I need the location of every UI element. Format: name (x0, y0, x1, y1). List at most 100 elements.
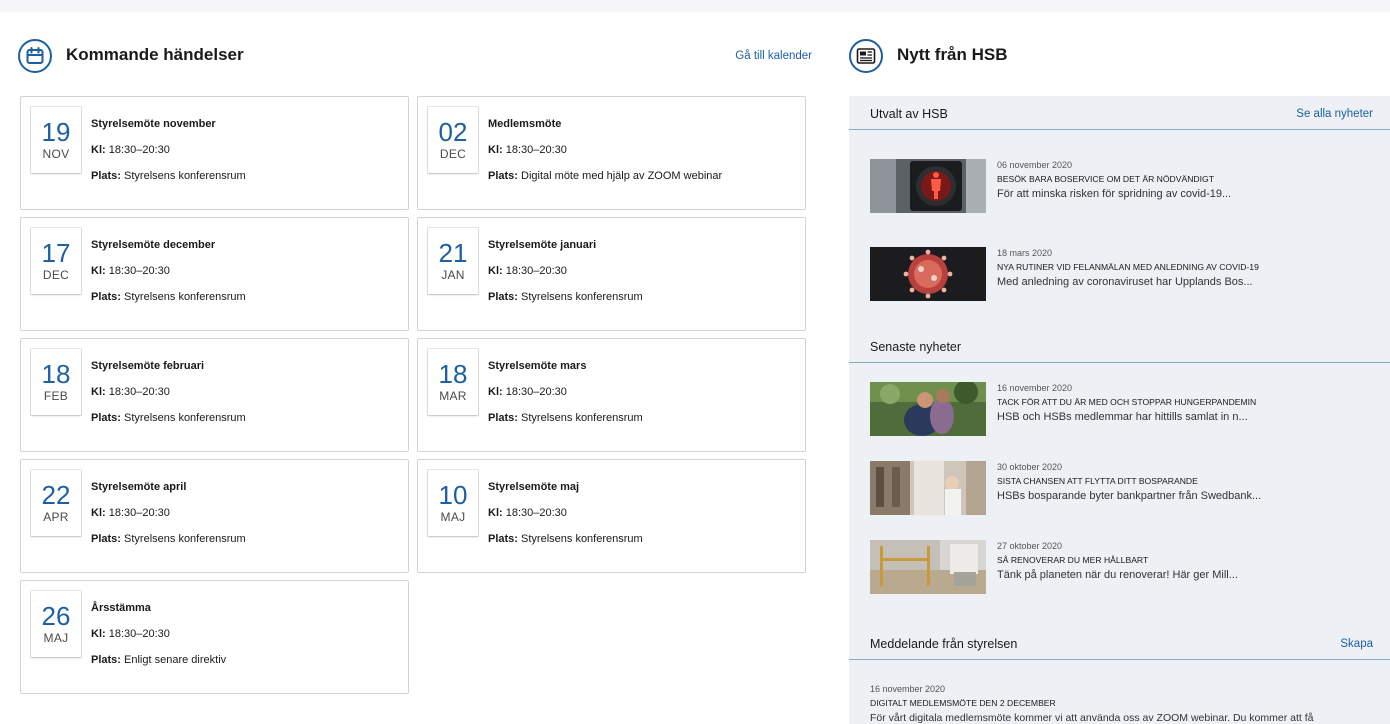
event-time: Kl: 18:30–20:30 (488, 507, 567, 519)
board-message-header: Meddelande från styrelsen Skapa (849, 626, 1390, 660)
event-place-value: Styrelsens konferensrum (521, 412, 643, 424)
event-time: Kl: 18:30–20:30 (488, 386, 567, 398)
event-time-label: Kl: (91, 144, 106, 156)
event-title: Styrelsemöte december (91, 239, 216, 251)
event-day: 19 (41, 117, 71, 147)
event-date-box: 22 APR (31, 470, 81, 536)
news-excerpt: Tänk på planeten när du renoverar! Här g… (997, 569, 1238, 581)
see-all-news-link[interactable]: Se alla nyheter (1296, 108, 1373, 120)
event-place-value: Styrelsens konferensrum (124, 412, 246, 424)
upcoming-events-section: Kommande händelser Gå till kalender 19 N… (18, 12, 814, 724)
event-title: Styrelsemöte april (91, 481, 187, 493)
news-thumbnail (870, 247, 986, 301)
event-title: Styrelsemöte maj (488, 481, 580, 493)
news-excerpt: HSBs bosparande byter bankpartner från S… (997, 490, 1262, 502)
event-card[interactable]: 22 APR Styrelsemöte april Kl: 18:30–20:3… (20, 459, 409, 573)
event-time: Kl: 18:30–20:30 (91, 507, 170, 519)
news-date: 27 oktober 2020 (997, 541, 1063, 551)
event-time-value: 18:30–20:30 (505, 507, 567, 519)
event-card[interactable]: 18 FEB Styrelsemöte februari Kl: 18:30–2… (20, 338, 409, 452)
event-place: Plats: Styrelsens konferensrum (91, 533, 246, 545)
news-item[interactable]: 27 oktober 2020 SÅ RENOVERAR DU MER HÅLL… (870, 540, 1370, 596)
event-place-value: Styrelsens konferensrum (521, 533, 643, 545)
news-header: Nytt från HSB (849, 39, 1390, 73)
event-place: Plats: Styrelsens konferensrum (488, 533, 643, 545)
event-card[interactable]: 10 MAJ Styrelsemöte maj Kl: 18:30–20:30 … (417, 459, 806, 573)
news-panel: Utvalt av HSB Se alla nyheter 06 novembe… (849, 96, 1390, 724)
event-time-label: Kl: (488, 507, 503, 519)
event-day: 17 (41, 238, 71, 268)
news-item[interactable]: 30 oktober 2020 SISTA CHANSEN ATT FLYTTA… (870, 461, 1370, 517)
event-place: Plats: Enligt senare direktiv (91, 654, 226, 666)
message-date: 16 november 2020 (870, 684, 946, 694)
news-date: 06 november 2020 (997, 160, 1073, 170)
event-card[interactable]: 19 NOV Styrelsemöte november Kl: 18:30–2… (20, 96, 409, 210)
event-place-label: Plats: (91, 654, 121, 666)
event-place-label: Plats: (488, 412, 518, 424)
event-day: 02 (438, 117, 468, 147)
latest-news-heading: Senaste nyheter (870, 340, 962, 354)
event-place: Plats: Styrelsens konferensrum (488, 412, 643, 424)
event-card[interactable]: 02 DEC Medlemsmöte Kl: 18:30–20:30 Plats… (417, 96, 806, 210)
selected-news-heading: Utvalt av HSB (870, 107, 948, 121)
event-time-value: 18:30–20:30 (108, 507, 170, 519)
event-card[interactable]: 26 MAJ Årsstämma Kl: 18:30–20:30 Plats: … (20, 580, 409, 694)
event-title: Årsstämma (91, 602, 151, 614)
news-excerpt: HSB och HSBs medlemmar har hittills saml… (997, 411, 1248, 423)
event-day: 26 (41, 601, 71, 631)
event-day: 21 (438, 238, 468, 268)
event-place-value: Styrelsens konferensrum (124, 533, 246, 545)
event-date-box: 18 FEB (31, 349, 81, 415)
event-date-box: 17 DEC (31, 228, 81, 294)
upcoming-events-title: Kommande händelser (66, 45, 244, 64)
event-place: Plats: Styrelsens konferensrum (488, 291, 643, 303)
calendar-icon (18, 39, 52, 73)
news-thumbnail (870, 159, 986, 213)
event-place-label: Plats: (91, 291, 121, 303)
event-title: Medlemsmöte (488, 118, 562, 130)
event-time-value: 18:30–20:30 (505, 265, 567, 277)
event-time: Kl: 18:30–20:30 (488, 144, 567, 156)
news-date: 30 oktober 2020 (997, 462, 1063, 472)
news-excerpt: Med anledning av coronaviruset har Uppla… (997, 276, 1253, 288)
event-date-box: 26 MAJ (31, 591, 81, 657)
event-card[interactable]: 17 DEC Styrelsemöte december Kl: 18:30–2… (20, 217, 409, 331)
event-month: MAJ (43, 631, 69, 645)
event-time-label: Kl: (488, 265, 503, 277)
news-date: 18 mars 2020 (997, 248, 1053, 258)
go-to-calendar-link[interactable]: Gå till kalender (735, 50, 812, 62)
news-date: 16 november 2020 (997, 383, 1073, 393)
event-time-value: 18:30–20:30 (108, 144, 170, 156)
event-card[interactable]: 18 MAR Styrelsemöte mars Kl: 18:30–20:30… (417, 338, 806, 452)
event-time-label: Kl: (488, 144, 503, 156)
event-date-box: 19 NOV (31, 107, 81, 173)
news-item[interactable]: 06 november 2020 BESÖK BARA BOSERVICE OM… (870, 159, 1370, 215)
event-month: MAJ (440, 510, 466, 524)
event-day: 18 (41, 359, 71, 389)
news-item[interactable]: 16 november 2020 TACK FÖR ATT DU ÄR MED … (870, 382, 1370, 438)
event-time-label: Kl: (91, 507, 106, 519)
event-title: Styrelsemöte november (91, 118, 216, 130)
event-place-value: Enligt senare direktiv (124, 654, 227, 666)
event-month: DEC (42, 268, 70, 282)
event-month: JAN (441, 268, 465, 282)
event-place: Plats: Styrelsens konferensrum (91, 291, 246, 303)
board-message-heading: Meddelande från styrelsen (870, 637, 1018, 651)
create-message-link[interactable]: Skapa (1340, 638, 1373, 650)
news-title: SÅ RENOVERAR DU MER HÅLLBART (997, 555, 1149, 565)
news-item[interactable]: 18 mars 2020 NYA RUTINER VID FELANMÄLAN … (870, 247, 1370, 303)
event-title: Styrelsemöte februari (91, 360, 205, 372)
event-time: Kl: 18:30–20:30 (91, 386, 170, 398)
event-day: 22 (41, 480, 71, 510)
event-time-label: Kl: (488, 386, 503, 398)
event-day: 10 (438, 480, 468, 510)
event-time: Kl: 18:30–20:30 (91, 144, 170, 156)
event-month: DEC (439, 147, 467, 161)
event-place-value: Digital möte med hjälp av ZOOM webinar (521, 170, 723, 182)
selected-news-header: Utvalt av HSB Se alla nyheter (849, 96, 1390, 130)
event-place: Plats: Digital möte med hjälp av ZOOM we… (488, 170, 722, 182)
event-card[interactable]: 21 JAN Styrelsemöte januari Kl: 18:30–20… (417, 217, 806, 331)
news-excerpt: För att minska risken för spridning av c… (997, 188, 1232, 200)
event-time: Kl: 18:30–20:30 (91, 628, 170, 640)
news-title: SISTA CHANSEN ATT FLYTTA DITT BOSPARANDE (997, 476, 1198, 486)
